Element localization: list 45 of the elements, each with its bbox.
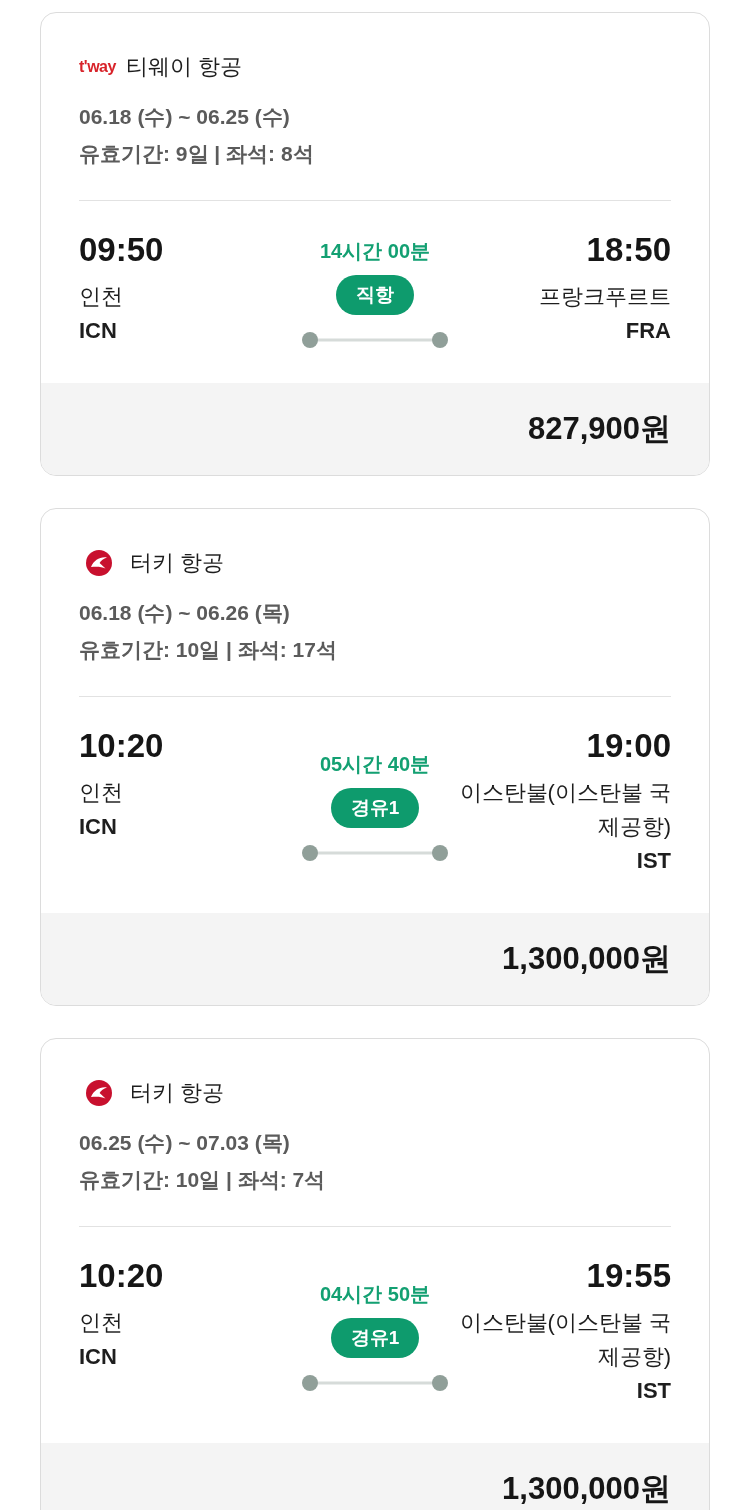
- departure-code: ICN: [79, 1343, 118, 1371]
- validity-seats: 유효기간: 9일 | 좌석: 8석: [79, 139, 671, 169]
- route-line-icon: [302, 332, 448, 348]
- departure-time: 10:20: [79, 726, 165, 766]
- arrival-time: 19:00: [585, 726, 671, 766]
- departure-city: 인천: [79, 283, 124, 311]
- arrival-time: 19:55: [585, 1256, 671, 1296]
- validity-seats: 유효기간: 10일 | 좌석: 7석: [79, 1165, 671, 1195]
- stops-badge: 직항: [336, 275, 414, 315]
- flight-card[interactable]: 터키 항공 06.25 (수) ~ 07.03 (목) 유효기간: 10일 | 좌석: 7석 10:20 인천 ICN 04시간 50분 경유1 19:55 이스탄불(이스탄불 국제공항) IST 1,300,000원: [40, 1038, 710, 1510]
- route-line-icon: [302, 1375, 448, 1391]
- flight-card[interactable]: 터키 항공 06.18 (수) ~ 06.26 (목) 유효기간: 10일 | 좌석: 17석 10:20 인천 ICN 05시간 40분 경유1 19:00 이스탄불(이스탄불 국제공항) IST 1,300,000원: [40, 508, 710, 1006]
- arrival-code: FRA: [624, 317, 671, 345]
- arrival-time: 18:50: [585, 230, 671, 270]
- flight-duration: 04시간 50분: [319, 1282, 431, 1307]
- flight-card[interactable]: t'way 티웨이 항공 06.18 (수) ~ 06.25 (수) 유효기간: 9일 | 좌석: 8석 09:50 인천 ICN 14시간 00분 직항 18:50 프랑크푸르트 FRA 827,900원: [40, 12, 710, 476]
- travel-dates: 06.25 (수) ~ 07.03 (목): [79, 1130, 291, 1156]
- departure-code: ICN: [79, 317, 118, 345]
- airline-name: 터키 항공: [130, 549, 225, 577]
- departure-time: 09:50: [79, 230, 165, 270]
- stops-badge: 경유1: [330, 788, 420, 828]
- airline-name: 티웨이 항공: [125, 53, 242, 81]
- airline-name: 터키 항공: [130, 1079, 225, 1107]
- airline-logo: t'way: [79, 57, 116, 77]
- price: 1,300,000원: [502, 940, 671, 978]
- flight-duration: 05시간 40분: [319, 752, 431, 777]
- flight-duration: 14시간 00분: [319, 239, 431, 264]
- airline-logo-icon: [86, 550, 112, 576]
- departure-city: 인천: [79, 779, 124, 807]
- validity-seats: 유효기간: 10일 | 좌석: 17석: [79, 635, 671, 665]
- route-line-icon: [302, 845, 448, 861]
- price: 1,300,000원: [502, 1470, 671, 1508]
- arrival-code: IST: [635, 847, 671, 875]
- stops-badge: 경유1: [330, 1318, 420, 1358]
- arrival-city: 이스탄불(이스탄불 국제공항): [458, 779, 671, 841]
- travel-dates: 06.18 (수) ~ 06.26 (목): [79, 600, 291, 626]
- airline-logo-icon: [86, 1080, 112, 1106]
- price: 827,900원: [527, 410, 671, 448]
- arrival-code: IST: [635, 1377, 671, 1405]
- departure-code: ICN: [79, 813, 118, 841]
- departure-time: 10:20: [79, 1256, 165, 1296]
- departure-city: 인천: [79, 1309, 124, 1337]
- travel-dates: 06.18 (수) ~ 06.25 (수): [79, 104, 291, 130]
- arrival-city: 프랑크푸르트: [538, 283, 671, 311]
- arrival-city: 이스탄불(이스탄불 국제공항): [458, 1309, 671, 1371]
